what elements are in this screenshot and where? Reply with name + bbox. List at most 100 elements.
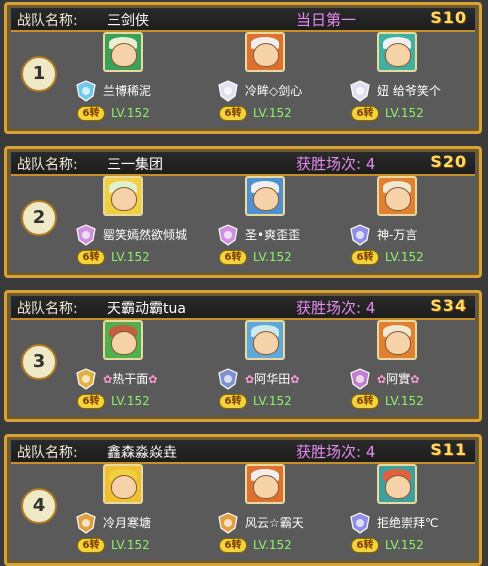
member-avatar[interactable] [245,32,285,72]
member-level: LV.152 [385,538,424,552]
member-avatar[interactable] [103,32,143,72]
member-name: 风云☆霸天 [245,514,304,531]
team-member[interactable]: 罂笑嫣然欲倾城 6转 LV.152 [75,176,195,276]
rank-shield-icon [218,368,238,390]
team-status: 当日第一 [296,11,357,29]
reincarnation-badge: 6转 [77,106,105,121]
reincarnation-badge: 6转 [351,394,379,409]
avatar-face [111,187,137,211]
team-member[interactable]: ✿阿實✿ 6转 LV.152 [349,320,469,420]
avatar-face [253,43,279,67]
member-name: 罂笑嫣然欲倾城 [103,226,187,243]
rank-shield-icon [76,224,96,246]
member-name-text: 阿华田 [254,372,291,386]
member-avatar[interactable] [103,176,143,216]
member-name: 妞 给爷笑个 [377,82,441,99]
rank-shield-icon [350,368,370,390]
rank-shield-icon [76,368,96,390]
member-name: 圣•爽歪歪 [245,226,300,243]
reincarnation-badge: 6转 [219,106,247,121]
avatar-face [253,475,279,499]
server-tag: S11 [430,440,467,459]
rank-shield-icon [350,224,370,246]
member-name: 拒绝崇拜℃ [377,514,438,531]
team-status: 获胜场次: 4 [296,443,376,461]
reincarnation-badge: 6转 [351,250,379,265]
avatar-face [111,475,137,499]
rank-shield-icon [350,80,370,102]
team-name-label: 战队名称: [17,13,78,29]
member-avatar[interactable] [377,320,417,360]
member-name: ✿热干面✿ [103,370,157,387]
team-member[interactable]: 神-万言 6转 LV.152 [349,176,469,276]
member-level: LV.152 [253,106,292,120]
member-name-text: 冷月寒塘 [103,516,152,530]
member-name-text: 风云☆霸天 [245,516,304,530]
member-avatar[interactable] [377,464,417,504]
flower-icon: ✿ [377,373,387,386]
member-name-text: 阿實 [386,372,411,386]
member-name-text: 圣•爽歪歪 [245,228,301,242]
reincarnation-badge: 6转 [219,538,247,553]
avatar-face [253,331,279,355]
team-name: 鑫森淼焱垚 [107,445,177,461]
member-avatar[interactable] [245,464,285,504]
member-name-text: 兰博稀泥 [103,84,152,98]
member-avatar[interactable] [103,464,143,504]
member-level: LV.152 [385,250,424,264]
team-member[interactable]: ✿热干面✿ 6转 LV.152 [75,320,195,420]
member-level: LV.152 [111,538,150,552]
avatar-face [111,331,137,355]
flower-icon: ✿ [245,373,255,386]
member-name: 冷月寒塘 [103,514,151,531]
flower-icon: ✿ [290,373,300,386]
team-member[interactable]: 妞 给爷笑个 6转 LV.152 [349,32,469,132]
member-name: ✿阿华田✿ [245,370,299,387]
reincarnation-badge: 6转 [77,250,105,265]
member-level: LV.152 [385,394,424,408]
rank-shield-icon [76,512,96,534]
team-card[interactable]: 战队名称: 鑫森淼焱垚 获胜场次: 4 S11 4 冷月寒塘 6转 LV.152 [4,434,482,566]
reincarnation-badge: 6转 [351,538,379,553]
team-name: 天霸动霸tua [107,301,186,317]
flower-icon: ✿ [410,373,420,386]
member-name-text: 冷眸◇剑心 [245,84,303,98]
team-member[interactable]: 冷月寒塘 6转 LV.152 [75,464,195,564]
rank-badge: 3 [21,344,57,380]
member-avatar[interactable] [103,320,143,360]
team-header: 战队名称: 三剑侠 当日第一 S10 [11,8,475,32]
flower-icon: ✿ [148,373,158,386]
member-name: ✿阿實✿ [377,370,419,387]
team-member[interactable]: 拒绝崇拜℃ 6转 LV.152 [349,464,469,564]
team-header: 战队名称: 鑫森淼焱垚 获胜场次: 4 S11 [11,440,475,464]
member-level: LV.152 [111,394,150,408]
team-card[interactable]: 战队名称: 三剑侠 当日第一 S10 1 兰博稀泥 6转 LV.152 冷眸◇剑… [4,2,482,134]
team-status: 获胜场次: 4 [296,155,376,173]
team-name-label: 战队名称: [17,301,78,317]
team-member[interactable]: 圣•爽歪歪 6转 LV.152 [217,176,337,276]
team-name-label: 战队名称: [17,445,78,461]
member-level: LV.152 [385,106,424,120]
avatar-face [253,187,279,211]
reincarnation-badge: 6转 [351,106,379,121]
member-avatar[interactable] [377,32,417,72]
team-member[interactable]: 兰博稀泥 6转 LV.152 [75,32,195,132]
team-member[interactable]: ✿阿华田✿ 6转 LV.152 [217,320,337,420]
member-name-text: 罂笑嫣然欲倾城 [103,228,188,242]
member-name: 神-万言 [377,226,417,243]
team-card[interactable]: 战队名称: 天霸动霸tua 获胜场次: 4 S34 3 ✿热干面✿ 6转 LV.… [4,290,482,422]
flower-icon: ✿ [103,373,113,386]
member-avatar[interactable] [245,320,285,360]
member-avatar[interactable] [245,176,285,216]
member-level: LV.152 [253,250,292,264]
reincarnation-badge: 6转 [219,394,247,409]
avatar-face [111,43,137,67]
reincarnation-badge: 6转 [77,538,105,553]
member-avatar[interactable] [377,176,417,216]
team-card[interactable]: 战队名称: 三一集团 获胜场次: 4 S20 2 罂笑嫣然欲倾城 6转 LV.1… [4,146,482,278]
member-name-text: 热干面 [112,372,149,386]
team-member[interactable]: 冷眸◇剑心 6转 LV.152 [217,32,337,132]
member-level: LV.152 [111,250,150,264]
server-tag: S34 [430,296,467,315]
team-member[interactable]: 风云☆霸天 6转 LV.152 [217,464,337,564]
